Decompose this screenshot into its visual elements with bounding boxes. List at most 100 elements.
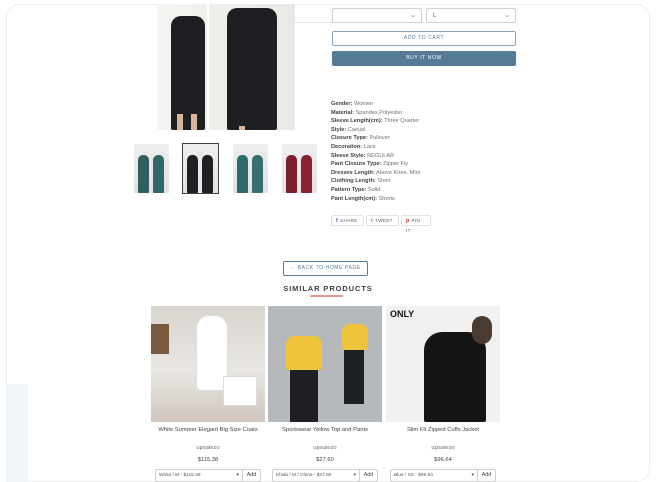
image-divider	[207, 4, 209, 130]
share-twitter-button[interactable]: t TWEET	[366, 215, 399, 226]
heading-underline	[310, 295, 343, 297]
spec-value: Zipper Fly	[383, 161, 408, 168]
spec-row: Dresses Length: Above Knee, Mini	[331, 169, 531, 178]
chevron-down-icon: ⌄	[410, 12, 416, 19]
product-name[interactable]: White Summer Elegant Big Size Coats	[151, 427, 265, 443]
spec-value: Solid	[367, 186, 381, 193]
product-card[interactable]: ONLY Slim Fit Zipped Cuffs Jacket upsale…	[386, 306, 500, 482]
spec-label: Pattern Type:	[331, 186, 367, 193]
spec-label: Style:	[331, 126, 347, 133]
spec-label: Clothing Length:	[331, 178, 376, 185]
thumb-figure	[138, 155, 149, 193]
thumb-figure	[286, 155, 297, 193]
product-card[interactable]: Sportswear Yellow Top and Pants upsalezo…	[268, 306, 382, 482]
product-name[interactable]: Sportswear Yellow Top and Pants	[268, 427, 382, 443]
model-top	[342, 324, 368, 350]
spec-value: Women	[354, 101, 374, 107]
model-leg	[177, 114, 183, 130]
back-to-home-button[interactable]: ← BACK TO HOME PAGE	[283, 261, 368, 276]
chevron-down-icon: ▾	[471, 472, 474, 478]
stand-decor	[223, 376, 257, 406]
variant-select-value: White / M - $115.38	[159, 473, 201, 478]
variant-select[interactable]: White / M - $115.38 ▾	[155, 469, 243, 482]
product-card[interactable]: White Summer Elegant Big Size Coats upsa…	[151, 306, 265, 482]
add-button[interactable]: Add	[243, 469, 261, 482]
chevron-down-icon: ▾	[353, 472, 356, 478]
product-name[interactable]: Slim Fit Zipped Cuffs Jacket	[386, 427, 500, 443]
facebook-icon: f	[336, 218, 339, 224]
color-select[interactable]: ⌄	[332, 8, 422, 23]
side-panel-edge	[6, 384, 28, 482]
spec-label: Pant Closure Type:	[331, 161, 382, 168]
product-price: $96.64	[434, 457, 452, 463]
thumb-figure	[202, 155, 213, 193]
add-button[interactable]: Add	[360, 469, 378, 482]
spec-row: Pattern Type: Solid	[331, 186, 531, 195]
spec-value: Three Quarter	[384, 118, 420, 125]
spec-label: Pant Length(cm):	[331, 195, 377, 202]
main-product-image[interactable]	[157, 4, 295, 130]
share-label: TWEET	[375, 218, 393, 223]
model-top	[286, 336, 322, 370]
spec-value: Pullover	[369, 135, 390, 142]
product-thumbnail[interactable]	[233, 144, 268, 193]
thumb-figure	[153, 155, 164, 193]
variant-select-value: Blue / XS - $96.64	[394, 473, 433, 478]
spec-value: Short	[377, 178, 391, 185]
spec-value: Spandex,Polyester	[355, 109, 403, 116]
product-image[interactable]	[268, 306, 382, 422]
product-image[interactable]	[151, 306, 265, 422]
model-pants	[290, 370, 318, 422]
spec-row: Decoration: Lace	[331, 143, 531, 152]
spec-value: REGULAR	[367, 152, 395, 159]
spec-label: Gender:	[331, 101, 353, 107]
brand-logo: ONLY	[390, 309, 415, 319]
share-pinterest-button[interactable]: p PIN IT	[401, 215, 431, 233]
product-vendor: upsalezo	[196, 445, 220, 451]
chevron-down-icon: ⌄	[504, 12, 510, 19]
model-figure-right	[227, 8, 277, 130]
spec-row: Sleeve Length(cm): Three Quarter	[331, 117, 531, 126]
thumb-figure	[187, 155, 198, 193]
product-specs: Gender: Women Material: Spandex,Polyeste…	[331, 100, 531, 203]
product-thumbnail-selected[interactable]	[182, 143, 219, 194]
spec-label: Closure Type:	[331, 135, 368, 142]
thumb-figure	[301, 155, 312, 193]
share-label: SHARE	[340, 218, 358, 223]
spec-row: Gender: Women	[331, 100, 531, 109]
model-pants	[344, 350, 364, 404]
model-figure-left	[171, 16, 205, 130]
spec-value: Casual	[347, 126, 366, 133]
product-thumbnail[interactable]	[134, 144, 169, 193]
spec-label: Dresses Length:	[331, 169, 375, 176]
thumb-figure	[237, 155, 248, 193]
add-to-cart-button[interactable]: ADD TO CART	[332, 31, 516, 46]
product-thumbnail[interactable]	[282, 144, 317, 193]
spec-row: Material: Spandex,Polyester	[331, 109, 531, 118]
product-vendor: upsalezo	[313, 445, 337, 451]
size-select[interactable]: L ⌄	[426, 8, 516, 23]
model-head	[472, 316, 492, 344]
variant-select[interactable]: Khaki / M / China - $27.60 ▾	[272, 469, 360, 482]
similar-products-heading: SIMILAR PRODUCTS	[283, 284, 373, 293]
share-facebook-button[interactable]: f SHARE	[331, 215, 364, 226]
twitter-icon: t	[371, 218, 374, 224]
add-row: Blue / XS - $96.64 ▾ Add	[390, 469, 496, 482]
variant-select[interactable]: Blue / XS - $96.64 ▾	[390, 469, 478, 482]
spec-value: Shorts	[378, 195, 395, 202]
size-select-value: L	[433, 13, 437, 19]
model-leg	[239, 126, 245, 130]
product-image[interactable]: ONLY	[386, 306, 500, 422]
model-jacket	[424, 332, 486, 422]
spec-row: Sleeve Style: REGULAR	[331, 152, 531, 161]
product-vendor: upsalezo	[431, 445, 455, 451]
spec-row: Pant Length(cm): Shorts	[331, 195, 531, 204]
add-button[interactable]: Add	[478, 469, 496, 482]
product-price: $115.38	[197, 457, 219, 463]
add-row: White / M - $115.38 ▾ Add	[155, 469, 261, 482]
pinterest-icon: p	[406, 218, 410, 224]
spec-row: Clothing Length: Short	[331, 177, 531, 186]
spec-row: Closure Type: Pullover	[331, 134, 531, 143]
spec-value: Above Knee, Mini	[376, 169, 420, 176]
buy-it-now-button[interactable]: BUY IT NOW	[332, 51, 516, 66]
